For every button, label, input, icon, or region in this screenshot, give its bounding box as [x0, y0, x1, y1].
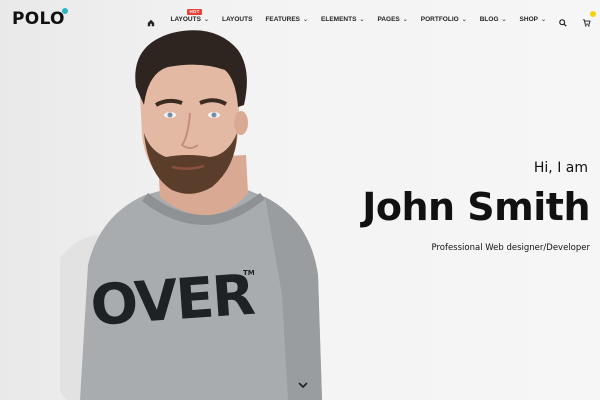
- chevron-down-icon: ⌄: [461, 16, 467, 23]
- nav-item-label: PORTFOLIO: [420, 15, 459, 23]
- hero-portrait-image: OVER TM: [60, 30, 322, 400]
- right-iris: [211, 112, 217, 118]
- cart-icon[interactable]: [582, 11, 596, 27]
- nav-item-layouts[interactable]: LAYOUTS: [222, 16, 252, 23]
- main-nav: HOT LAYOUTS ⌄ LAYOUTS FEATURES ⌄ ELEMENT…: [134, 0, 596, 38]
- nav-item-label: FEATURES: [265, 15, 300, 23]
- nav-item-portfolio[interactable]: PORTFOLIO ⌄: [421, 16, 467, 23]
- nav-item-pages[interactable]: PAGES ⌄: [377, 16, 407, 23]
- ear: [234, 111, 248, 135]
- shirt-print-tm: TM: [243, 269, 255, 277]
- brand-logo-text: POLO: [12, 8, 65, 29]
- hero-name: John Smith: [362, 185, 590, 229]
- hero-section: OVER TM POLO HOT LAYOUTS ⌄ LAYOUTS FEATU…: [0, 0, 600, 400]
- shirt-print: OVER: [88, 263, 256, 339]
- chevron-down-icon: ⌄: [501, 16, 507, 23]
- nav-item-blog[interactable]: BLOG ⌄: [480, 16, 507, 23]
- chevron-down-icon: ⌄: [540, 16, 546, 23]
- nav-item-label: SHOP: [519, 15, 538, 23]
- logo-accent-dot: [61, 7, 68, 14]
- hero-subtitle: Professional Web designer/Developer: [431, 243, 590, 253]
- hot-badge: HOT: [187, 8, 202, 15]
- chevron-down-icon: ⌄: [402, 16, 408, 23]
- nav-item-layouts-hot[interactable]: HOT LAYOUTS ⌄: [170, 8, 209, 23]
- chevron-down-icon: ⌄: [359, 16, 365, 23]
- nav-item-label: BLOG: [479, 15, 499, 23]
- top-navbar: POLO HOT LAYOUTS ⌄ LAYOUTS FEATURES ⌄ EL…: [0, 0, 600, 38]
- nav-item-label: LAYOUTS: [170, 15, 201, 23]
- hero-greeting: Hi, I am: [533, 160, 588, 176]
- nav-item-features[interactable]: FEATURES ⌄: [265, 16, 308, 23]
- cart-count-badge: [590, 11, 596, 17]
- nav-item-label: ELEMENTS: [321, 15, 357, 23]
- chevron-down-icon: ⌄: [203, 16, 209, 23]
- nav-item-label: LAYOUTS: [221, 15, 253, 23]
- brand-logo[interactable]: POLO: [12, 7, 68, 29]
- home-icon[interactable]: [147, 14, 157, 27]
- search-icon[interactable]: [559, 14, 569, 27]
- left-iris: [167, 112, 173, 118]
- nav-item-shop[interactable]: SHOP ⌄: [520, 16, 546, 23]
- nav-item-elements[interactable]: ELEMENTS ⌄: [321, 16, 364, 23]
- chevron-down-icon: ⌄: [303, 16, 309, 23]
- scroll-down-chevron-icon[interactable]: [298, 376, 308, 389]
- nav-item-label: PAGES: [377, 15, 400, 23]
